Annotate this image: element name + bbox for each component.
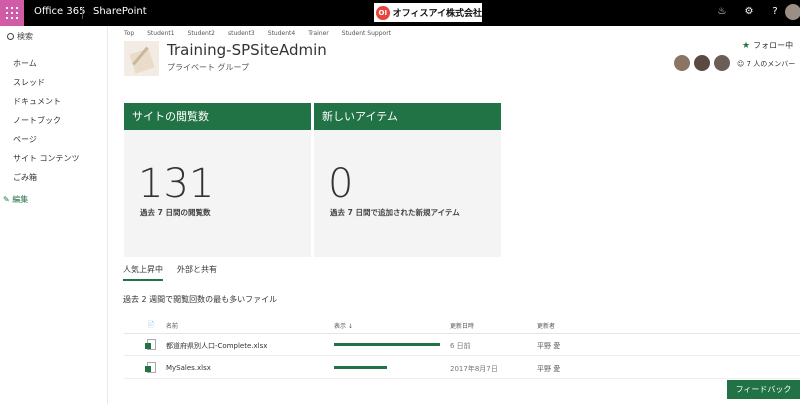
edit-label: 編集 bbox=[12, 195, 29, 204]
excel-file-icon bbox=[145, 339, 156, 350]
waffle-icon bbox=[6, 7, 18, 19]
star-icon: ★ bbox=[742, 41, 751, 51]
new-items-tile[interactable]: 新しいアイテム 0 過去 7 日間で追加された新規アイテム bbox=[314, 103, 501, 257]
member-avatar[interactable] bbox=[674, 55, 690, 71]
breadcrumb-student4[interactable]: Student4 bbox=[268, 30, 295, 37]
tab-trending[interactable]: 人気上昇中 bbox=[123, 264, 163, 281]
breadcrumb-student1[interactable]: Student1 bbox=[147, 30, 174, 37]
tile-value: 0 bbox=[328, 161, 354, 207]
breadcrumb-student-support[interactable]: Student Support bbox=[342, 30, 391, 37]
members-link[interactable]: ☺ 7 人のメンバー bbox=[737, 59, 795, 69]
table-header: 📄 名前 表示 ↓ 更新日時 更新者 bbox=[124, 316, 800, 334]
suite-bar: Office 365 SharePoint OI オフィスアイ株式会社 ♨ ⚙ … bbox=[0, 0, 800, 26]
site-subtitle: プライベート グループ bbox=[167, 63, 250, 72]
file-name[interactable]: 都道府県別人口-Complete.xlsx bbox=[166, 341, 267, 351]
tile-caption: 過去 7 日間の閲覧数 bbox=[140, 208, 211, 217]
person-icon: ☺ bbox=[737, 60, 745, 68]
breadcrumb-student2[interactable]: Student2 bbox=[188, 30, 215, 37]
tile-value: 131 bbox=[138, 161, 215, 207]
user-avatar[interactable] bbox=[785, 4, 800, 20]
tile-header: 新しいアイテム bbox=[314, 103, 501, 130]
file-type-icon[interactable]: 📄 bbox=[147, 321, 154, 328]
members-label: 7 人のメンバー bbox=[746, 60, 796, 68]
logo-text: オフィスアイ株式会社 bbox=[392, 9, 482, 19]
activity-tabs: 人気上昇中 外部と共有 bbox=[123, 264, 217, 281]
logo-mark: OI bbox=[376, 5, 390, 20]
column-modified-by[interactable]: 更新者 bbox=[537, 321, 555, 330]
app-launcher-button[interactable] bbox=[0, 0, 24, 26]
breadcrumb-top[interactable]: Top bbox=[124, 30, 134, 37]
member-avatar[interactable] bbox=[714, 55, 730, 71]
modified-date: 2017年8月7日 bbox=[450, 365, 498, 373]
table-row[interactable]: MySales.xlsx 2017年8月7日 平野 愛 bbox=[124, 357, 800, 379]
views-bar bbox=[334, 366, 387, 369]
suite-divider bbox=[82, 7, 83, 19]
site-title[interactable]: Training-SPSiteAdmin bbox=[167, 41, 327, 59]
sharepoint-link[interactable]: SharePoint bbox=[93, 6, 147, 17]
modified-date: 6 日前 bbox=[450, 342, 471, 350]
help-icon[interactable]: ? bbox=[768, 5, 782, 19]
member-avatars bbox=[674, 55, 730, 71]
file-name[interactable]: MySales.xlsx bbox=[166, 364, 211, 372]
column-views[interactable]: 表示 ↓ bbox=[334, 321, 353, 330]
breadcrumb-student3[interactable]: student3 bbox=[228, 30, 255, 37]
nav-item-threads[interactable]: スレッド bbox=[13, 78, 80, 97]
site-views-tile[interactable]: サイトの閲覧数 131 過去 7 日間の閲覧数 bbox=[124, 103, 311, 257]
table-row[interactable]: 都道府県別人口-Complete.xlsx 6 日前 平野 愛 bbox=[124, 334, 800, 356]
follow-label: フォロー中 bbox=[753, 41, 794, 50]
left-nav: 検索 ホーム スレッド ドキュメント ノートブック ページ サイト コンテンツ … bbox=[0, 26, 108, 404]
nav-item-site-contents[interactable]: サイト コンテンツ bbox=[13, 154, 80, 173]
nav-item-documents[interactable]: ドキュメント bbox=[13, 97, 80, 116]
gear-icon[interactable]: ⚙ bbox=[742, 5, 756, 19]
nav-list: ホーム スレッド ドキュメント ノートブック ページ サイト コンテンツ ごみ箱 bbox=[13, 59, 80, 192]
tab-shared-externally[interactable]: 外部と共有 bbox=[177, 264, 217, 281]
pencil-icon: ✎ bbox=[3, 195, 10, 204]
nav-item-notebook[interactable]: ノートブック bbox=[13, 116, 80, 135]
section-description: 過去 2 週間で閲覧回数の最も多いファイル bbox=[123, 295, 278, 304]
search-icon bbox=[7, 33, 14, 40]
nav-item-pages[interactable]: ページ bbox=[13, 135, 80, 154]
views-bar bbox=[334, 343, 440, 346]
follow-button[interactable]: ★ フォロー中 bbox=[742, 40, 793, 51]
modified-by: 平野 愛 bbox=[537, 365, 561, 373]
nav-item-recycle-bin[interactable]: ごみ箱 bbox=[13, 173, 80, 192]
member-avatar[interactable] bbox=[694, 55, 710, 71]
tile-caption: 過去 7 日間で追加された新規アイテム bbox=[330, 208, 460, 217]
office365-brand[interactable]: Office 365 bbox=[34, 6, 85, 17]
nav-item-home[interactable]: ホーム bbox=[13, 59, 80, 78]
excel-file-icon bbox=[145, 362, 156, 373]
search-box[interactable]: 検索 bbox=[7, 31, 33, 42]
search-label: 検索 bbox=[17, 32, 33, 41]
feedback-button[interactable]: フィードバック bbox=[727, 380, 800, 399]
breadcrumb-trainer[interactable]: Trainer bbox=[308, 30, 329, 37]
breadcrumb: Top Student1 Student2 student3 Student4 … bbox=[124, 30, 391, 37]
tile-header: サイトの閲覧数 bbox=[124, 103, 311, 130]
edit-links-button[interactable]: ✎ 編集 bbox=[3, 194, 28, 205]
column-name[interactable]: 名前 bbox=[166, 321, 178, 330]
column-modified[interactable]: 更新日時 bbox=[450, 321, 474, 330]
modified-by: 平野 愛 bbox=[537, 342, 561, 350]
bell-icon[interactable]: ♨ bbox=[715, 5, 729, 19]
site-logo[interactable] bbox=[124, 41, 159, 76]
company-logo: OI オフィスアイ株式会社 bbox=[374, 3, 482, 22]
